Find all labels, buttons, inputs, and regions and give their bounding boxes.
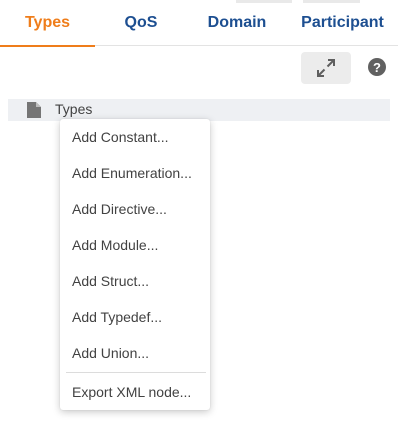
tab-participant-label: Participant	[301, 14, 384, 31]
tree-row-types[interactable]: Types	[8, 99, 390, 121]
app-root: Types QoS Domain Participant ? Types Add…	[0, 0, 398, 431]
tab-qos-label: QoS	[124, 14, 158, 31]
context-menu: Add Constant... Add Enumeration... Add D…	[60, 119, 210, 410]
tab-domain-label: Domain	[207, 14, 267, 31]
toolbar: ?	[0, 46, 398, 92]
menu-divider	[66, 372, 206, 373]
tab-types-label: Types	[24, 14, 71, 31]
help-icon[interactable]: ?	[368, 58, 386, 76]
help-glyph: ?	[373, 59, 381, 75]
menu-item-add-typedef[interactable]: Add Typedef...	[60, 299, 210, 335]
tab-types[interactable]: Types	[0, 0, 95, 47]
menu-item-export-xml-node[interactable]: Export XML node...	[60, 374, 210, 410]
menu-item-add-constant[interactable]: Add Constant...	[60, 119, 210, 155]
expand-arrows-icon	[317, 59, 335, 77]
tab-participant[interactable]: Participant	[287, 0, 398, 46]
tab-bar: Types QoS Domain Participant	[0, 0, 398, 47]
tab-domain[interactable]: Domain	[187, 0, 287, 46]
tree-row-label: Types	[55, 101, 93, 117]
menu-item-add-union[interactable]: Add Union...	[60, 335, 210, 371]
tab-qos[interactable]: QoS	[95, 0, 187, 46]
menu-item-add-directive[interactable]: Add Directive...	[60, 191, 210, 227]
menu-item-add-enumeration[interactable]: Add Enumeration...	[60, 155, 210, 191]
file-icon	[27, 102, 41, 118]
menu-item-add-module[interactable]: Add Module...	[60, 227, 210, 263]
expand-button[interactable]	[301, 52, 351, 84]
menu-item-add-struct[interactable]: Add Struct...	[60, 263, 210, 299]
